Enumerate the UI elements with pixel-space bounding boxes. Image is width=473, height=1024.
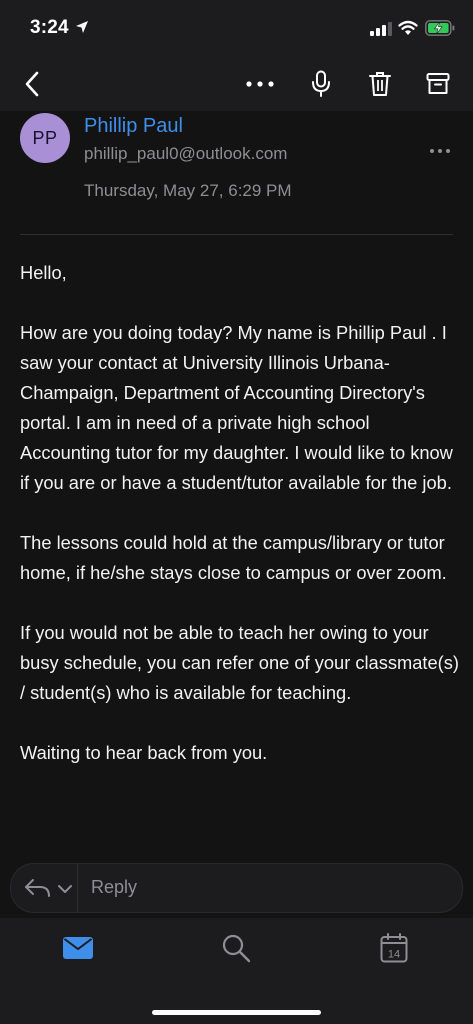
status-time: 3:24	[30, 17, 69, 38]
header-divider	[20, 234, 453, 235]
status-bar: 3:24	[0, 0, 473, 56]
chevron-down-icon	[58, 885, 72, 893]
search-icon	[222, 934, 251, 963]
microphone-icon	[312, 70, 330, 97]
body-paragraph: How are you doing today? My name is Phil…	[20, 322, 453, 493]
wifi-icon	[398, 20, 418, 35]
battery-charging-icon	[425, 20, 455, 36]
mail-icon	[63, 937, 93, 959]
tab-search[interactable]	[218, 932, 254, 964]
delete-button[interactable]	[362, 66, 398, 102]
reply-bar: Reply	[0, 856, 473, 918]
reply-input[interactable]: Reply	[91, 877, 137, 898]
calendar-day: 14	[388, 949, 400, 961]
tab-bar: 14	[0, 918, 473, 1024]
body-paragraph: The lessons could hold at the campus/lib…	[20, 532, 447, 583]
reply-icon	[25, 879, 50, 897]
body-paragraph: Waiting to hear back from you.	[20, 742, 268, 763]
message-date: Thursday, May 27, 6:29 PM	[84, 181, 292, 200]
message-view[interactable]: PP Phillip Paul phillip_paul0@outlook.co…	[0, 111, 473, 856]
archive-icon	[426, 73, 450, 94]
body-paragraph: Hello,	[20, 262, 67, 283]
body-paragraph: If you would not be able to teach her ow…	[20, 622, 459, 703]
sender-email: phillip_paul0@outlook.com	[84, 144, 288, 163]
sender-avatar[interactable]: PP	[20, 113, 70, 163]
calendar-icon: 14	[380, 933, 408, 963]
reply-options-button[interactable]	[23, 877, 75, 901]
ellipsis-icon	[246, 81, 274, 87]
reply-divider	[77, 864, 78, 912]
message-more-icon[interactable]	[428, 144, 452, 158]
location-arrow-icon	[76, 21, 88, 33]
sender-name[interactable]: Phillip Paul	[84, 115, 183, 138]
tab-mail[interactable]	[60, 932, 96, 964]
archive-button[interactable]	[420, 66, 456, 102]
message-toolbar	[0, 56, 473, 111]
home-indicator[interactable]	[152, 1010, 321, 1015]
back-button[interactable]	[14, 66, 50, 102]
tab-calendar[interactable]: 14	[376, 932, 412, 964]
chevron-left-icon	[25, 71, 39, 97]
reply-box[interactable]: Reply	[10, 863, 463, 913]
cellular-signal-icon	[370, 22, 392, 36]
trash-icon	[369, 72, 391, 96]
more-actions-button[interactable]	[242, 66, 278, 102]
dictate-button[interactable]	[303, 66, 339, 102]
message-body: Hello, How are you doing today? My name …	[20, 258, 460, 798]
